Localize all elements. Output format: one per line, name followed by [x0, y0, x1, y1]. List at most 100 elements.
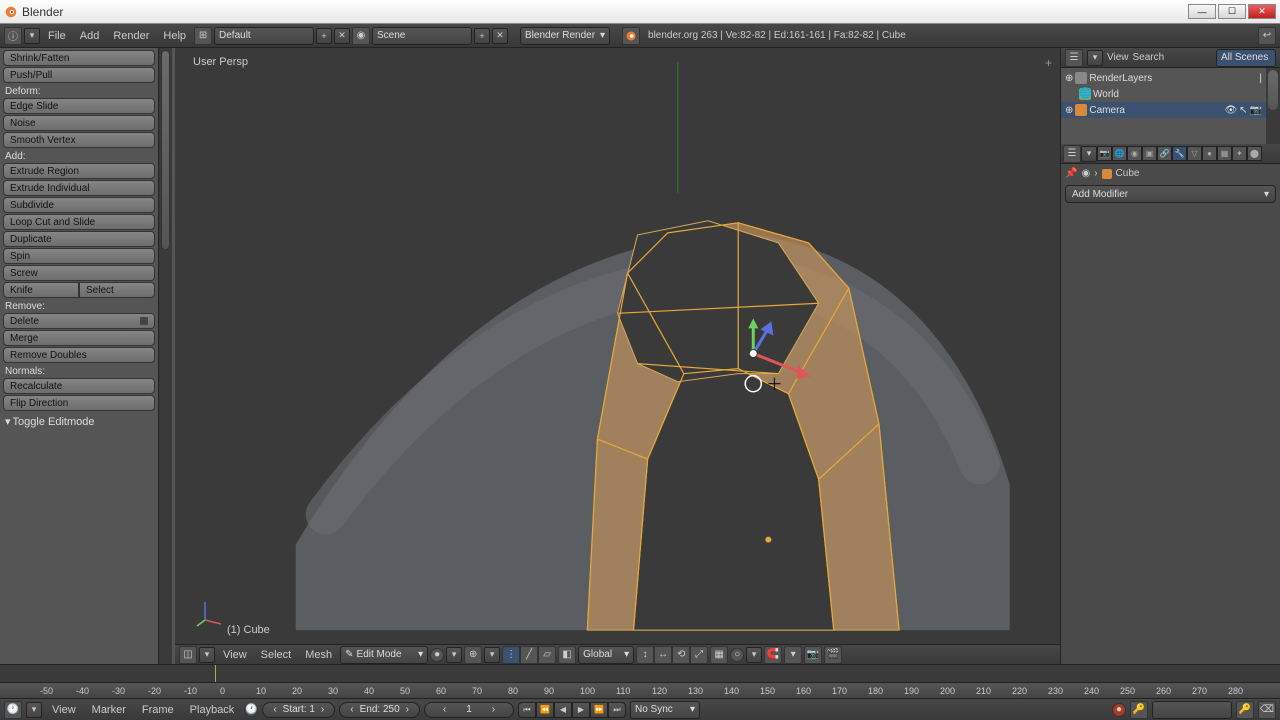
keying-set-icon[interactable]: 🔑 — [1130, 701, 1148, 719]
keying-set-dropdown[interactable] — [1152, 701, 1232, 719]
tool-flip-direction[interactable]: Flip Direction — [3, 395, 155, 411]
scene-add-button[interactable]: + — [474, 28, 490, 44]
viewport-expand-icon[interactable]: ▾ — [199, 647, 215, 663]
outliner-row-renderlayers[interactable]: ⊕ RenderLayers| — [1061, 70, 1266, 86]
menu-help[interactable]: Help — [157, 30, 192, 42]
add-modifier-dropdown[interactable]: Add Modifier▾ — [1065, 185, 1276, 203]
layout-browse-icon[interactable]: ⊞ — [194, 27, 212, 45]
layout-add-button[interactable]: + — [316, 28, 332, 44]
outliner-editor-type-icon[interactable]: ☰ — [1065, 49, 1083, 67]
tool-recalculate[interactable]: Recalculate — [3, 378, 155, 394]
tool-push-pull[interactable]: Push/Pull — [3, 67, 155, 83]
tool-shelf-scrollbar[interactable] — [158, 48, 172, 664]
jump-end-icon[interactable]: ⏭ — [608, 702, 626, 718]
tab-constraints[interactable]: 🔗 — [1157, 146, 1172, 161]
restrict-render-icon[interactable]: 📷 — [1250, 105, 1262, 116]
menu-file[interactable]: File — [42, 30, 72, 42]
pivot-icon[interactable]: ⊕ — [464, 646, 482, 664]
outliner-scope-dropdown[interactable]: All Scenes — [1216, 49, 1276, 67]
tool-delete[interactable]: Delete — [3, 313, 155, 329]
tab-data[interactable]: ▽ — [1187, 146, 1202, 161]
timeline-menu-frame[interactable]: Frame — [136, 704, 180, 716]
orientation-dropdown[interactable]: Global▾ — [578, 646, 634, 664]
maximize-button[interactable]: ☐ — [1218, 4, 1246, 19]
select-face-icon[interactable]: ▱ — [538, 646, 556, 664]
opengl-render-icon[interactable]: 📷 — [804, 646, 822, 664]
editor-type-icon[interactable]: ⓘ — [4, 27, 22, 45]
snap-type-icon[interactable]: ▾ — [784, 646, 802, 664]
opengl-anim-icon[interactable]: 🎬 — [824, 646, 842, 664]
viewport-canvas[interactable]: User Persp + — [175, 48, 1060, 644]
tool-smooth-vertex[interactable]: Smooth Vertex — [3, 132, 155, 148]
tab-world[interactable]: ◉ — [1127, 146, 1142, 161]
scene-browse-icon[interactable]: ◉ — [352, 27, 370, 45]
back-to-previous-icon[interactable]: ↩ — [1258, 27, 1276, 45]
tool-knife[interactable]: Knife — [3, 282, 79, 298]
layers-icon[interactable]: ▦ — [710, 646, 728, 664]
limit-selection-icon[interactable]: ◧ — [558, 646, 576, 664]
manipulator-toggle-icon[interactable]: ↕ — [636, 646, 654, 664]
viewport-editor-type-icon[interactable]: ◫ — [179, 646, 197, 664]
restrict-select-icon[interactable]: ↖ — [1239, 105, 1247, 116]
snap-icon[interactable]: 🧲 — [764, 646, 782, 664]
shading-expand-icon[interactable]: ▾ — [446, 647, 462, 663]
properties-editor-type-icon[interactable]: ☰ — [1063, 145, 1081, 163]
play-forward-icon[interactable]: ▶ — [572, 702, 590, 718]
outliner-row-world[interactable]: 🌐 World — [1061, 86, 1266, 102]
current-frame-field[interactable]: ‹ 1 › — [424, 702, 514, 718]
timeline-menu-view[interactable]: View — [46, 704, 82, 716]
tab-scene[interactable]: 🌐 — [1112, 146, 1127, 161]
auto-keyframe-icon[interactable]: ● — [1112, 703, 1126, 717]
tab-object[interactable]: ▣ — [1142, 146, 1157, 161]
scene-remove-button[interactable]: ✕ — [492, 28, 508, 44]
properties-expand-icon[interactable]: ▾ — [1081, 146, 1097, 162]
tool-duplicate[interactable]: Duplicate — [3, 231, 155, 247]
outliner-row-camera[interactable]: ⊕ Camera 👁 ↖ 📷 — [1061, 102, 1266, 118]
shading-solid-icon[interactable]: ● — [430, 648, 444, 662]
menu-render[interactable]: Render — [107, 30, 155, 42]
mode-dropdown[interactable]: ✎ Edit Mode▾ — [340, 646, 428, 664]
insert-keyframe-icon[interactable]: 🔑 — [1236, 701, 1254, 719]
outliner-menu-search[interactable]: Search — [1133, 52, 1165, 63]
scene-dropdown[interactable]: Scene — [372, 27, 472, 45]
proportional-edit-icon[interactable]: ○ — [730, 648, 744, 662]
select-vertex-icon[interactable]: ⋮ — [502, 646, 520, 664]
timeline-expand-icon[interactable]: ▾ — [26, 702, 42, 718]
tool-subdivide[interactable]: Subdivide — [3, 197, 155, 213]
tab-modifiers[interactable]: 🔧 — [1172, 146, 1187, 161]
tool-extrude-individual[interactable]: Extrude Individual — [3, 180, 155, 196]
tool-spin[interactable]: Spin — [3, 248, 155, 264]
tool-noise[interactable]: Noise — [3, 115, 155, 131]
start-frame-field[interactable]: ‹ Start: 1 › — [262, 702, 335, 718]
delete-keyframe-icon[interactable]: ⌫ — [1258, 701, 1276, 719]
viewport-menu-mesh[interactable]: Mesh — [299, 649, 338, 661]
end-frame-field[interactable]: ‹ End: 250 › — [339, 702, 420, 718]
viewport-menu-select[interactable]: Select — [255, 649, 298, 661]
layout-remove-button[interactable]: ✕ — [334, 28, 350, 44]
engine-dropdown[interactable]: Blender Render▾ — [520, 27, 610, 45]
pivot-expand-icon[interactable]: ▾ — [484, 647, 500, 663]
outliner-scrollbar[interactable] — [1266, 68, 1280, 144]
tool-edge-slide[interactable]: Edge Slide — [3, 98, 155, 114]
tab-material[interactable]: ● — [1202, 146, 1217, 161]
tool-shrink-fatten[interactable]: Shrink/Fatten — [3, 50, 155, 66]
tab-physics[interactable]: ⬤ — [1247, 146, 1262, 161]
close-button[interactable]: ✕ — [1248, 4, 1276, 19]
proportional-expand-icon[interactable]: ▾ — [746, 647, 762, 663]
sync-dropdown[interactable]: No Sync▾ — [630, 701, 700, 719]
tool-remove-doubles[interactable]: Remove Doubles — [3, 347, 155, 363]
play-reverse-icon[interactable]: ◀ — [554, 702, 572, 718]
manipulator-rotate-icon[interactable]: ⟲ — [672, 646, 690, 664]
tool-loop-cut[interactable]: Loop Cut and Slide — [3, 214, 155, 230]
layout-dropdown[interactable]: Default — [214, 27, 314, 45]
minimize-button[interactable]: — — [1188, 4, 1216, 19]
outliner-tree[interactable]: ⊕ RenderLayers| 🌐 World ⊕ Camera 👁 ↖ — [1061, 68, 1266, 144]
restrict-view-icon[interactable]: 👁 — [1224, 105, 1237, 116]
manipulator-translate-icon[interactable]: ↔ — [654, 646, 672, 664]
tool-merge[interactable]: Merge — [3, 330, 155, 346]
outliner-expand-icon[interactable]: ▾ — [1087, 50, 1103, 66]
toggle-editmode-operator[interactable]: ▾Toggle Editmode — [3, 412, 155, 431]
manipulator-scale-icon[interactable]: ⤢ — [690, 646, 708, 664]
jump-start-icon[interactable]: ⏮ — [518, 702, 536, 718]
menu-add[interactable]: Add — [74, 30, 106, 42]
